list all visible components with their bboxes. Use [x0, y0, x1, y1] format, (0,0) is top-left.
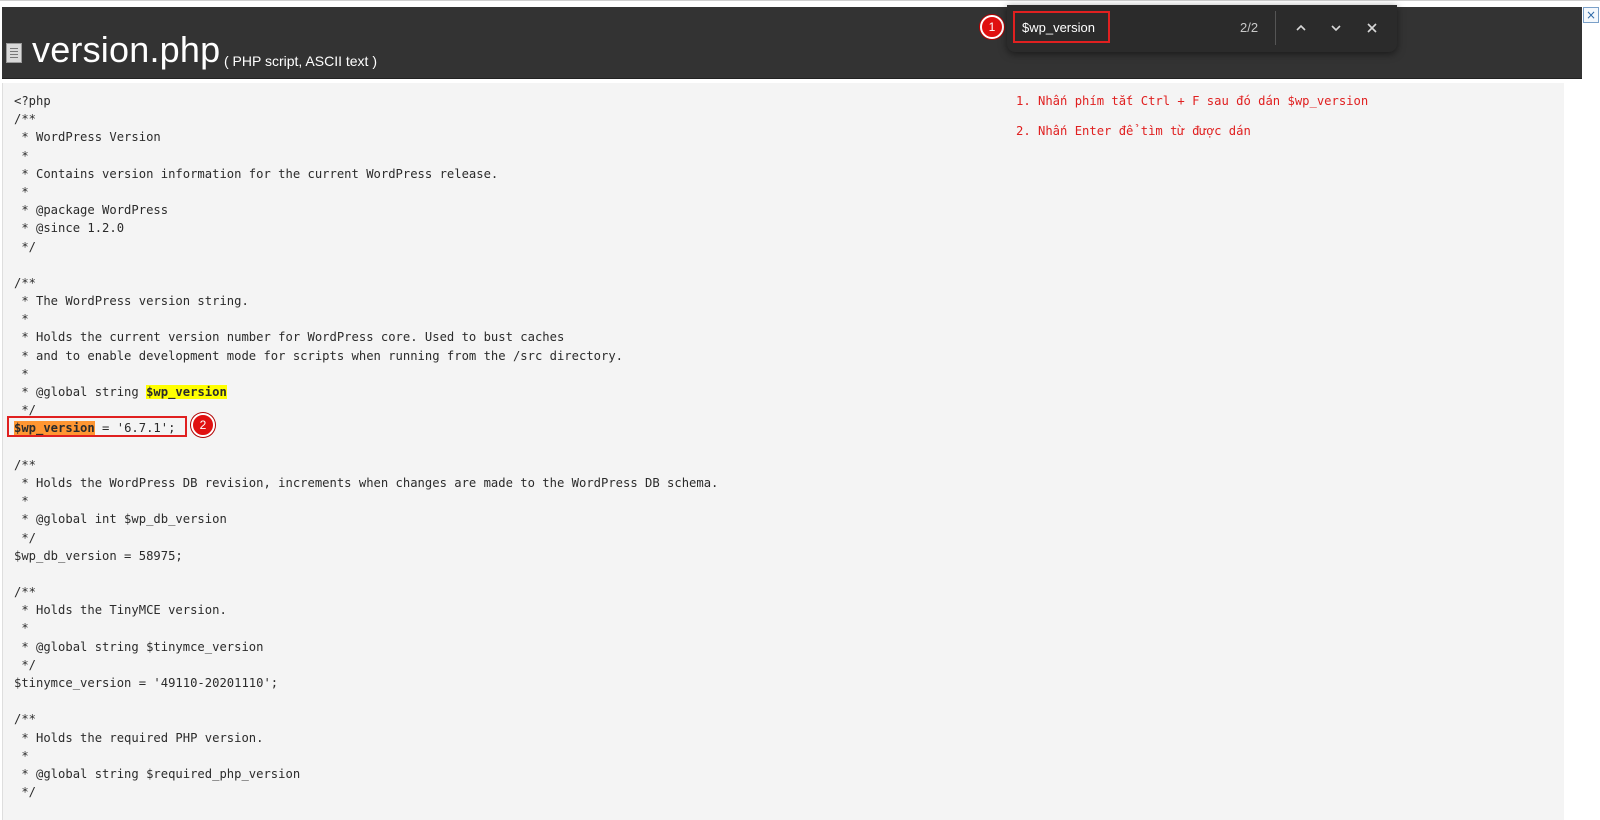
file-type-subtitle: ( PHP script, ASCII text ) — [224, 53, 378, 69]
code-line: /** — [14, 585, 37, 600]
code-line: */ — [14, 785, 37, 800]
annotation-badge-2: 2 — [191, 413, 215, 437]
chevron-down-icon — [1331, 25, 1341, 32]
code-line: * Holds the WordPress DB revision, incre… — [14, 475, 719, 490]
instruction-notes: 1. Nhấn phím tắt Ctrl + F sau đó dán $wp… — [1016, 92, 1368, 152]
code-line: * @package WordPress — [14, 203, 169, 218]
right-margin — [1566, 79, 1600, 820]
code-line: * — [14, 312, 29, 327]
code-line: * @since 1.2.0 — [14, 221, 125, 236]
code-line: * Contains version information for the c… — [14, 166, 499, 181]
code-line: * — [14, 184, 29, 199]
code-line: * Holds the current version number for W… — [14, 330, 565, 345]
code-line: * WordPress Version — [14, 130, 161, 145]
code-line: */ — [14, 239, 37, 254]
close-icon — [1367, 23, 1377, 33]
code-line: * — [14, 366, 29, 381]
find-next-button[interactable] — [1323, 15, 1349, 41]
code-line: /** — [14, 457, 37, 472]
code-line: * — [14, 621, 29, 636]
instruction-note: 1. Nhấn phím tắt Ctrl + F sau đó dán $wp… — [1016, 94, 1369, 108]
code-line: */ — [14, 530, 37, 545]
code-line: * @global string $tinymce_version — [14, 639, 264, 654]
code-line: * @global string $required_php_version — [14, 766, 301, 781]
code-line: $wp_db_version = 58975; — [14, 548, 183, 563]
code-line: * Holds the TinyMCE version. — [14, 603, 227, 618]
code-line: * — [14, 494, 29, 509]
file-icon — [6, 43, 22, 63]
find-match-count: 2/2 — [1240, 20, 1259, 35]
find-separator — [1275, 11, 1276, 45]
code-line: * — [14, 148, 29, 163]
code-block: <?php /** * WordPress Version * * Contai… — [14, 92, 718, 801]
chevron-up-icon — [1296, 24, 1306, 31]
code-line: /** — [14, 112, 37, 127]
file-title: version.php — [32, 29, 221, 70]
find-bar: 2/2 — [1007, 5, 1397, 52]
code-line: * The WordPress version string. — [14, 294, 249, 309]
code-line: /** — [14, 275, 37, 290]
find-previous-button[interactable] — [1288, 15, 1314, 41]
code-line: <?php — [14, 94, 51, 108]
find-input[interactable] — [1013, 11, 1110, 43]
code-line: $tinymce_version = '49110-20201110'; — [14, 676, 279, 690]
code-line-global-wp-version: * @global string $wp_version — [14, 383, 718, 401]
global-prefix: * @global string — [14, 385, 147, 399]
code-line: * @global int $wp_db_version — [14, 512, 227, 527]
viewer-window: version.php ( PHP script, ASCII text ) ×… — [0, 0, 1600, 820]
code-line: * and to enable development mode for scr… — [14, 348, 624, 363]
code-line: */ — [14, 657, 37, 672]
code-viewer[interactable]: <?php /** * WordPress Version * * Contai… — [2, 83, 1564, 820]
search-match-highlight: $wp_version — [146, 385, 227, 399]
annotation-highlight-box — [7, 416, 187, 437]
close-corner-icon[interactable]: × — [1583, 7, 1599, 23]
code-line: /** — [14, 712, 37, 727]
instruction-note: 2. Nhấn Enter để tìm từ được dán — [1016, 124, 1251, 138]
code-line: * — [14, 748, 29, 763]
find-close-button[interactable] — [1359, 15, 1385, 41]
annotation-badge-1: 1 — [980, 15, 1004, 39]
code-line: * Holds the required PHP version. — [14, 730, 264, 745]
